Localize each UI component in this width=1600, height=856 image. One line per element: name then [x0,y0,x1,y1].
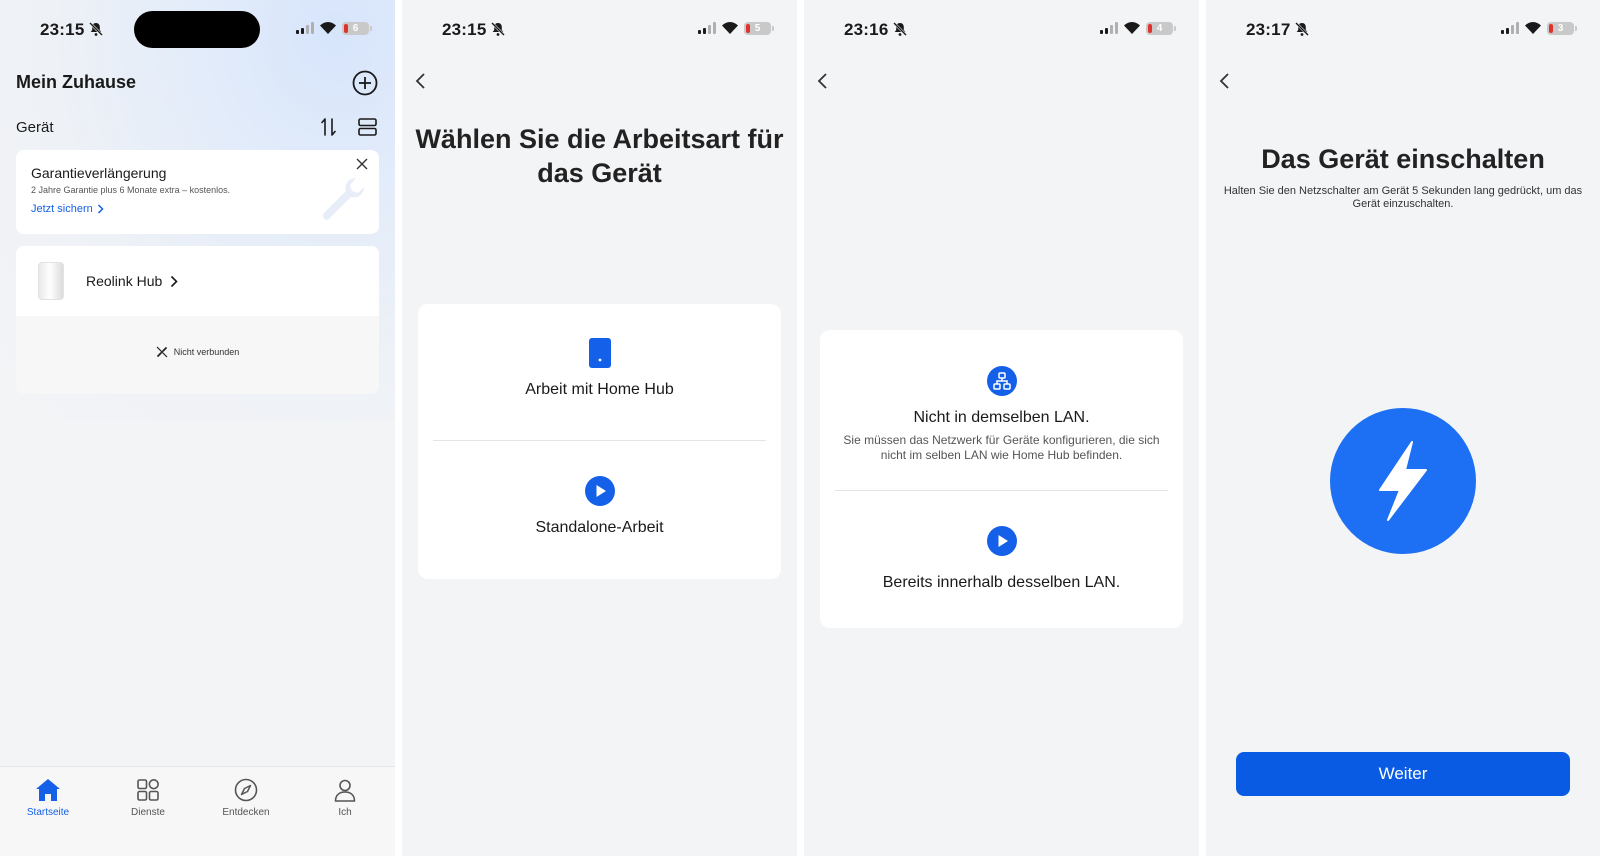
plus-circle-icon[interactable] [352,70,378,96]
chevron-right-icon [171,275,178,287]
back-arrow-icon[interactable] [816,72,830,90]
option-standalone[interactable]: Standalone-Arbeit [418,476,781,537]
tab-home[interactable]: Startseite [8,777,88,818]
battery-level: 5 [754,22,761,34]
tab-discover[interactable]: Entdecken [206,777,286,818]
disconnected-icon [156,346,168,358]
divider [835,490,1168,491]
page-title: Wählen Sie die Arbeitsart für das Gerät [415,124,784,188]
person-icon [334,779,356,802]
battery-icon: 4 [1146,21,1176,35]
status-indicators: 6 [296,21,372,35]
layout-list-icon[interactable] [358,118,377,136]
battery-icon: 3 [1547,21,1577,35]
promo-link-label: Jetzt sichern [31,203,93,215]
screen-work-mode: 23:15 5 Wählen Sie die Arbeitsart für da… [402,0,797,856]
device-name: Reolink Hub [86,273,163,289]
status-bar: 23:16 4 [844,18,1176,42]
tab-discover-label: Entdecken [222,807,270,818]
screen-home: 23:15 6 Mein Zuhause Gerät Garantieverlä… [0,0,395,856]
status-time: 23:17 [1246,20,1291,39]
bell-muted-icon [89,22,103,36]
option-same-lan[interactable]: Bereits innerhalb desselben LAN. [820,526,1183,592]
status-time: 23:15 [40,20,85,39]
device-status-label: Nicht verbunden [173,347,240,357]
chevron-right-icon [97,204,104,214]
device-status: Nicht verbunden [16,346,379,358]
bell-muted-icon [491,22,505,36]
page-title: Mein Zuhause [16,72,137,92]
status-time: 23:15 [442,20,487,39]
screen-lan-mode: 23:16 4 Nicht in demselben LAN. Sie müss… [804,0,1199,856]
bell-muted-icon [893,22,907,36]
option-standalone-label: Standalone-Arbeit [535,519,664,536]
play-circle-icon [584,476,615,506]
bell-muted-icon [1295,22,1309,36]
battery-level: 4 [1156,22,1163,34]
compass-icon [234,778,258,802]
hub-device-icon [588,338,611,368]
section-title-device: Gerät [16,119,54,136]
cellular-signal-icon [698,22,716,34]
device-card[interactable]: Reolink Hub Nicht verbunden [16,246,379,394]
status-bar: 23:15 5 [442,18,774,42]
tab-me[interactable]: Ich [305,777,385,818]
screen-power-on: 23:17 3 Das Gerät einschalten Halten Sie… [1206,0,1600,856]
promo-subtitle: 2 Jahre Garantie plus 6 Monate extra – k… [31,185,231,195]
sort-icon[interactable] [320,117,338,137]
power-indicator [1330,408,1476,554]
tab-services-label: Dienste [131,807,165,818]
option-different-lan-label: Nicht in demselben LAN. [913,409,1090,426]
promo-link[interactable]: Jetzt sichern [31,203,104,215]
play-circle-icon [986,526,1017,556]
status-indicators: 5 [698,21,774,35]
tab-home-label: Startseite [26,807,70,818]
battery-icon: 5 [744,21,774,35]
wifi-icon [722,22,738,34]
home-icon [36,779,60,801]
option-different-lan[interactable]: Nicht in demselben LAN. Sie müssen das N… [820,366,1183,463]
cellular-signal-icon [296,22,314,34]
device-name-row[interactable]: Reolink Hub [86,273,178,289]
option-different-lan-description: Sie müssen das Netzwerk für Geräte konfi… [843,433,1160,462]
status-bar: 23:17 3 [1246,18,1577,42]
tab-bar: Startseite Dienste Entdecken Ich [0,766,395,856]
lan-options-card: Nicht in demselben LAN. Sie müssen das N… [820,330,1183,628]
power-bolt-icon [1379,441,1427,521]
option-home-hub-label: Arbeit mit Home Hub [525,381,674,398]
close-icon[interactable] [356,158,368,170]
grid-icon [137,779,159,801]
work-mode-options-card: Arbeit mit Home Hub Standalone-Arbeit [418,304,781,579]
wifi-icon [1525,22,1541,34]
wrench-icon [322,178,364,220]
battery-icon: 6 [342,21,372,35]
status-time: 23:16 [844,20,889,39]
option-home-hub[interactable]: Arbeit mit Home Hub [418,338,781,399]
cellular-signal-icon [1100,22,1118,34]
wifi-icon [1124,22,1140,34]
battery-level: 3 [1557,22,1564,34]
next-button[interactable]: Weiter [1236,752,1570,796]
back-arrow-icon[interactable] [1218,72,1232,90]
device-card-header[interactable]: Reolink Hub [16,246,379,316]
battery-level: 6 [352,22,359,34]
status-indicators: 3 [1501,21,1577,35]
divider [433,440,766,441]
tab-me-label: Ich [338,807,352,818]
status-bar: 23:15 6 [40,18,372,42]
cellular-signal-icon [1501,22,1519,34]
page-subtitle: Halten Sie den Netzschalter am Gerät 5 S… [1223,185,1583,210]
page-title: Das Gerät einschalten [1261,144,1545,174]
hub-device-image [38,262,64,300]
warranty-promo-card[interactable]: Garantieverlängerung 2 Jahre Garantie pl… [16,150,379,234]
tab-services[interactable]: Dienste [108,777,188,818]
status-indicators: 4 [1100,21,1176,35]
option-same-lan-label: Bereits innerhalb desselben LAN. [882,574,1121,591]
wifi-icon [320,22,336,34]
back-arrow-icon[interactable] [414,72,428,90]
network-icon [986,366,1017,396]
promo-title: Garantieverlängerung [31,165,167,181]
